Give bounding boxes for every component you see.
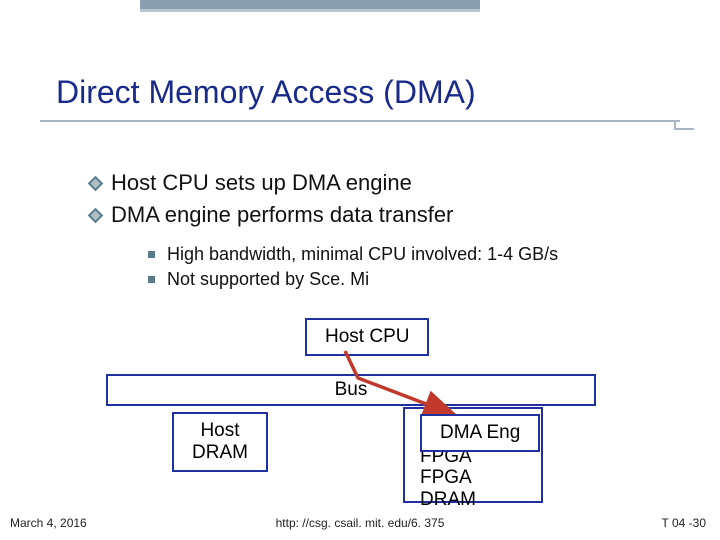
bullet-text: DMA engine performs data transfer (111, 202, 453, 228)
footer-url: http: //csg. csail. mit. edu/6. 375 (0, 516, 720, 530)
fpga-line3: DRAM (420, 489, 476, 510)
bullet-text: Host CPU sets up DMA engine (111, 170, 412, 196)
diamond-icon (88, 207, 104, 223)
hostdram-line2: DRAM (192, 442, 248, 464)
subbullet-text: Not supported by Sce. Mi (167, 269, 369, 290)
hostdram-line1: Host (192, 420, 248, 442)
diamond-icon (88, 175, 104, 191)
diagram-fpga-labels: FPGA FPGA DRAM (420, 446, 476, 510)
square-icon (148, 276, 155, 283)
subbullet-item: High bandwidth, minimal CPU involved: 1-… (148, 244, 558, 265)
diagram-dma-eng: DMA Eng (420, 414, 540, 452)
title-underline (40, 120, 680, 122)
diagram-host-cpu: Host CPU (305, 318, 429, 356)
subbullet-list: High bandwidth, minimal CPU involved: 1-… (148, 244, 558, 294)
subbullet-item: Not supported by Sce. Mi (148, 269, 558, 290)
footer-slide-number: T 04 -30 (662, 516, 706, 530)
title-underline-tail (674, 120, 694, 130)
bullet-list: Host CPU sets up DMA engine DMA engine p… (90, 170, 453, 234)
slide-title: Direct Memory Access (DMA) (56, 74, 476, 111)
fpga-line2: FPGA (420, 467, 476, 488)
diagram-bus: Bus (106, 374, 596, 406)
square-icon (148, 251, 155, 258)
bullet-item: DMA engine performs data transfer (90, 202, 453, 228)
top-accent-bar (140, 0, 480, 12)
diagram-host-dram: Host DRAM (172, 412, 268, 472)
bullet-item: Host CPU sets up DMA engine (90, 170, 453, 196)
subbullet-text: High bandwidth, minimal CPU involved: 1-… (167, 244, 558, 265)
